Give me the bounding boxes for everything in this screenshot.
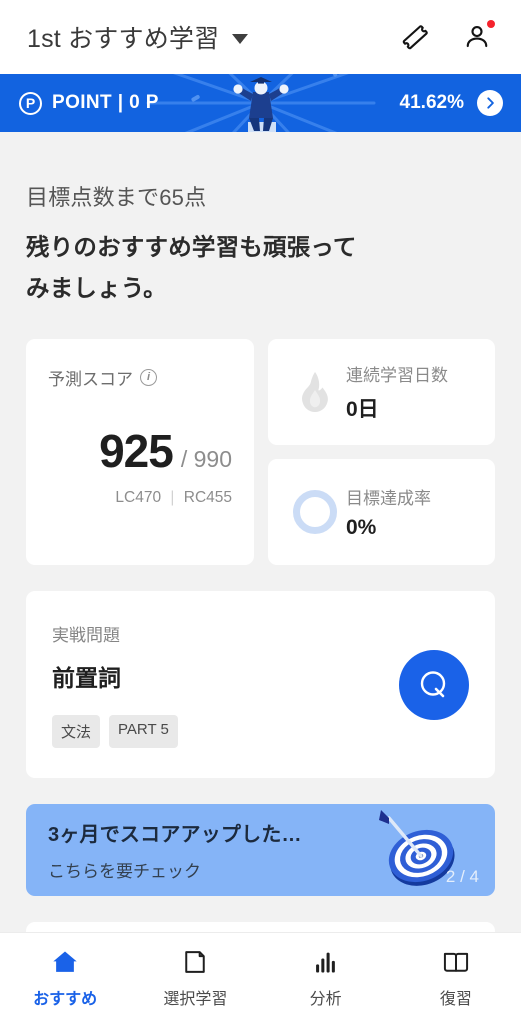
goal-remaining-text: 目標点数まで65点 [26, 185, 207, 210]
point-banner-arrow-button[interactable] [477, 90, 503, 116]
nav-item-review[interactable]: 復習 [391, 945, 521, 1009]
flame-icon-wrap [284, 370, 346, 414]
practice-tag: PART 5 [109, 715, 178, 749]
goal-achievement-card[interactable]: 目標達成率 0% [268, 459, 495, 566]
nav-label-select-study: 選択学習 [163, 991, 228, 1008]
nav-label-recommend: おすすめ [33, 991, 98, 1008]
book-icon [443, 952, 468, 972]
headline-section: 目標点数まで65点 残りのおすすめ学習も頑張って みましょう。 [0, 132, 521, 309]
encouragement-line-2: みましょう。 [26, 275, 167, 302]
streak-text: 連続学習日数 0日 [346, 361, 448, 423]
nav-label-analysis: 分析 [309, 991, 342, 1008]
q-icon [420, 671, 446, 698]
nav-item-select-study[interactable]: 選択学習 [130, 945, 260, 1009]
main-content: 目標点数まで65点 残りのおすすめ学習も頑張って みましょう。 予測スコア i … [0, 132, 521, 932]
streak-label: 連続学習日数 [346, 366, 448, 386]
practice-title: 前置詞 [52, 665, 121, 692]
promo-banner[interactable]: 3ヶ月でスコアアップした… こちらを要チェック 2 / 4 [26, 804, 495, 897]
point-badge-icon: P [19, 91, 42, 115]
course-selector[interactable]: 1st おすすめ学習 [27, 19, 249, 55]
goal-achievement-label: 目標達成率 [346, 489, 431, 509]
book-icon-wrap [441, 945, 471, 979]
start-quiz-button[interactable] [399, 649, 469, 720]
home-icon [53, 951, 77, 972]
practice-tags: 文法 PART 5 [52, 715, 399, 749]
page-title: 1st おすすめ学習 [27, 25, 220, 53]
score-divider: | [170, 489, 175, 507]
promo-pager: 2 / 4 [445, 867, 479, 887]
next-card-peek[interactable] [26, 922, 495, 932]
chevron-down-icon[interactable] [232, 34, 249, 44]
bar-chart-icon [315, 952, 335, 973]
page-icon [185, 951, 206, 973]
flame-icon [302, 372, 328, 413]
chevron-right-icon [487, 97, 494, 109]
bar-chart-icon-wrap [312, 945, 340, 979]
point-label: POINT | 0 P [52, 92, 159, 113]
bottom-navigation: おすすめ 選択学習 分析 復習 [0, 932, 521, 1024]
predicted-score-value-row: 925 / 990 [48, 424, 232, 478]
practice-problem-info: 実戦問題 前置詞 文法 PART 5 [52, 621, 399, 749]
notification-badge [487, 20, 495, 28]
page-icon-wrap [181, 945, 209, 979]
progress-ring-icon-wrap [284, 490, 346, 535]
profile-button[interactable] [457, 17, 497, 57]
practice-problem-card[interactable]: 実戦問題 前置詞 文法 PART 5 [26, 591, 495, 779]
ticket-icon [402, 25, 428, 50]
nav-item-recommend[interactable]: おすすめ [0, 945, 130, 1009]
app-screen: 1st おすすめ学習 P POINT | 0 P 41.62% 目標点数まで65… [0, 0, 521, 1024]
ticket-button[interactable] [395, 17, 435, 57]
side-stats-column: 連続学習日数 0日 目標達成率 0% [268, 339, 495, 566]
practice-tag: 文法 [52, 715, 101, 749]
progress-percent: 41.62% [399, 92, 464, 113]
stats-row: 予測スコア i 925 / 990 LC470 | RC455 連続学習日数 0… [0, 309, 521, 566]
predicted-score-value: 925 [99, 425, 174, 478]
streak-card[interactable]: 連続学習日数 0日 [268, 339, 495, 446]
predicted-score-card[interactable]: 予測スコア i 925 / 990 LC470 | RC455 [26, 339, 254, 566]
predicted-score-label: 予測スコア [48, 370, 133, 390]
home-icon-wrap [50, 945, 80, 979]
predicted-score-total: / 990 [180, 446, 232, 473]
point-banner[interactable]: P POINT | 0 P 41.62% [0, 74, 521, 132]
goal-achievement-text: 目標達成率 0% [346, 484, 431, 540]
predicted-score-header: 予測スコア i [48, 365, 232, 390]
practice-kicker: 実戦問題 [52, 626, 120, 646]
reading-score: RC455 [183, 489, 232, 507]
nav-item-analysis[interactable]: 分析 [261, 945, 391, 1009]
listening-score: LC470 [115, 489, 162, 507]
graduate-character-illustration [232, 77, 289, 132]
encouragement-message: 残りのおすすめ学習も頑張って みましょう。 [26, 227, 495, 309]
goal-achievement-value: 0% [346, 516, 377, 540]
streak-value: 0日 [346, 398, 379, 422]
app-bar: 1st おすすめ学習 [0, 0, 521, 74]
nav-label-review: 復習 [439, 991, 472, 1008]
encouragement-line-1: 残りのおすすめ学習も頑張って [26, 234, 357, 260]
info-icon[interactable]: i [140, 369, 157, 387]
progress-ring-icon [293, 490, 337, 535]
section-scores: LC470 | RC455 [48, 489, 232, 507]
